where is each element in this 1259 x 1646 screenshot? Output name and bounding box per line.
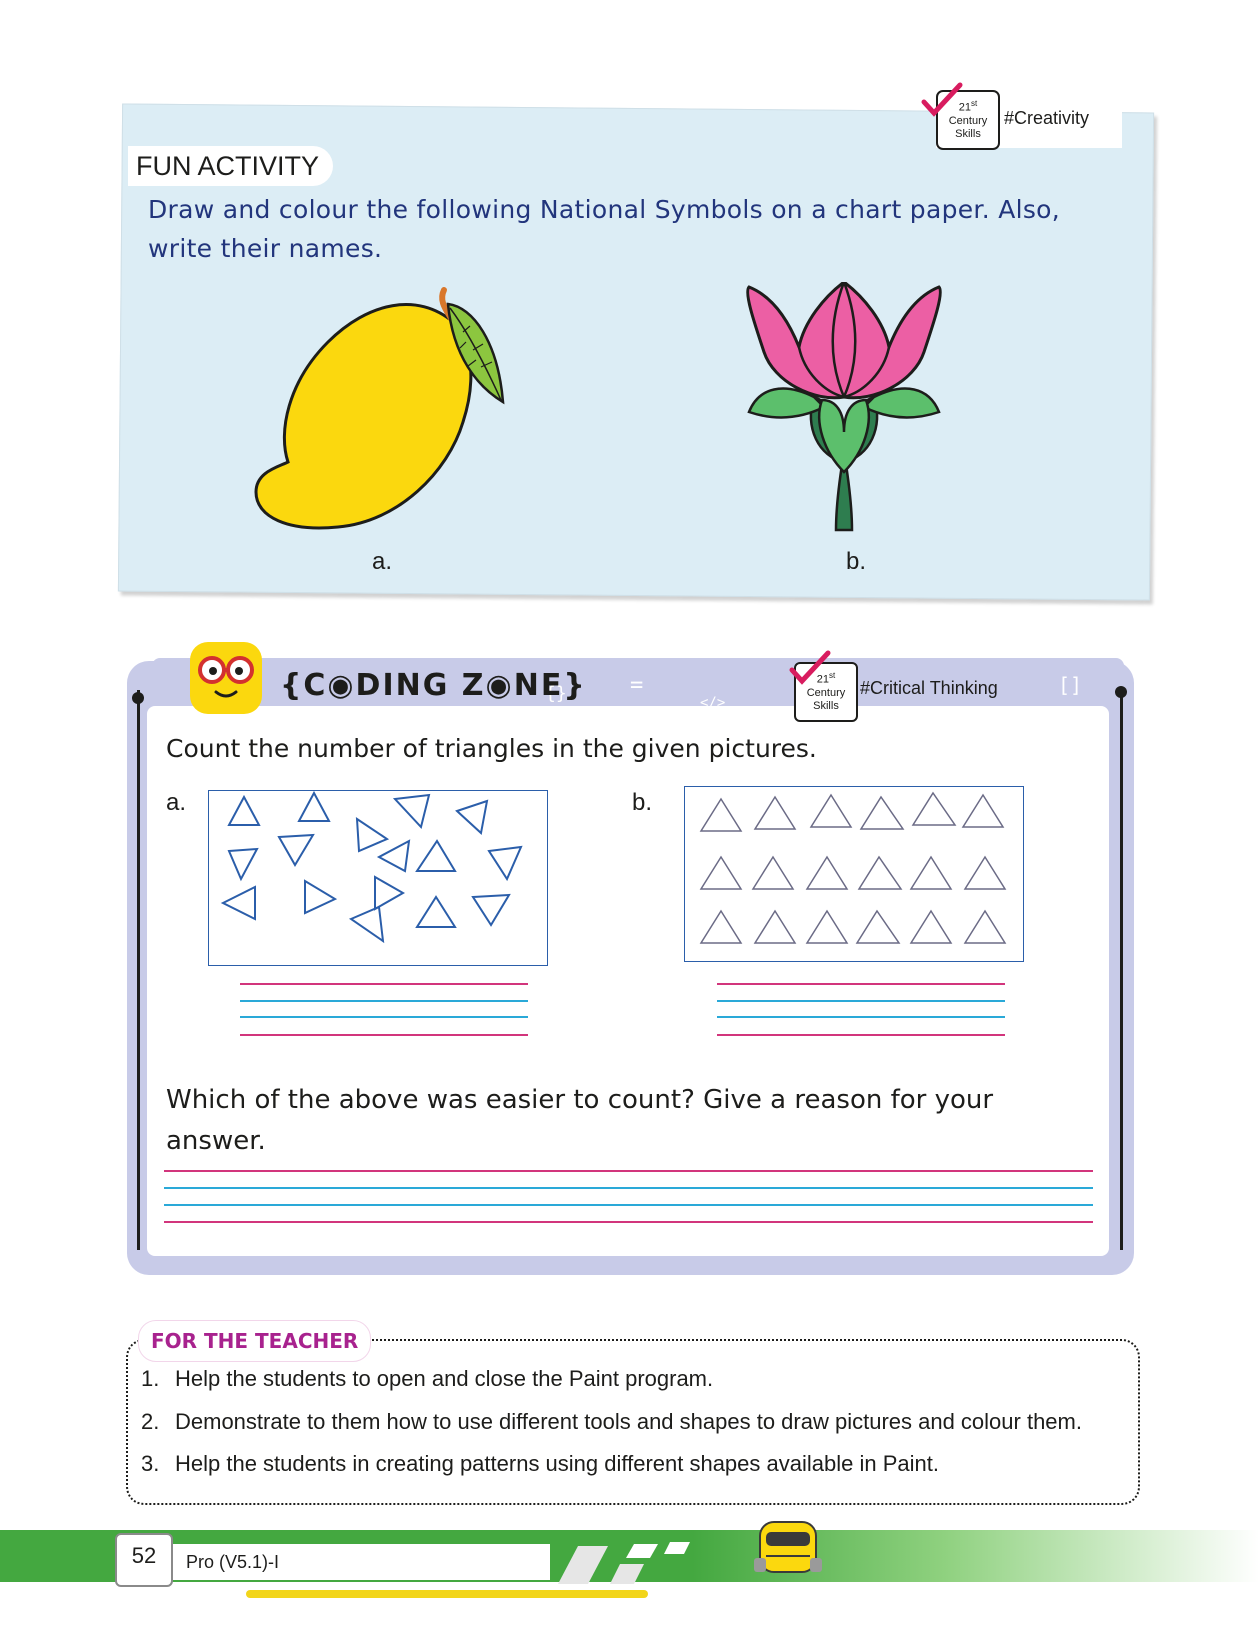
bracket-decoration: [] xyxy=(1058,673,1083,697)
mango-icon xyxy=(254,287,505,530)
teacher-item-2: 2. Demonstrate to them how to use differe… xyxy=(141,1409,1082,1435)
reason-line-4[interactable] xyxy=(164,1221,1093,1223)
teacher-item-1: 1. Help the students to open and close th… xyxy=(141,1366,713,1392)
reason-line-2[interactable] xyxy=(164,1187,1093,1189)
robot-mascot-icon xyxy=(754,1521,822,1573)
teacher-item-text: Help the students to open and close the … xyxy=(175,1366,714,1391)
skills-badge-critical-thinking: 21st Century Skills #Critical Thinking xyxy=(789,650,1034,722)
skill-tag-creativity: #Creativity xyxy=(1004,108,1090,128)
answer-line-b-4[interactable] xyxy=(717,1034,1005,1036)
answer-line-b-2[interactable] xyxy=(717,1000,1005,1002)
grid-triangles-picture xyxy=(684,786,1024,962)
teacher-item-3: 3. Help the students in creating patterns… xyxy=(141,1451,939,1477)
teacher-heading: FOR THE TEACHER xyxy=(138,1320,372,1362)
coding-zone-right-dot xyxy=(1115,686,1127,698)
fun-activity-instruction: Draw and colour the following National S… xyxy=(148,195,1061,263)
triangles-label-b: b. xyxy=(632,789,653,816)
answer-line-a-1[interactable] xyxy=(240,983,528,985)
tag-decoration: </> xyxy=(700,695,726,711)
equals-decoration: = xyxy=(630,673,644,698)
coding-zone-right-line xyxy=(1120,690,1123,1250)
skills-badge-creativity: 21st Century Skills #Creativity xyxy=(921,82,1122,150)
badge-line2: Century xyxy=(806,686,846,699)
reason-line-3[interactable] xyxy=(164,1204,1093,1206)
answer-line-a-4[interactable] xyxy=(240,1034,528,1036)
footer-tiles-icon xyxy=(558,1542,690,1584)
answer-line-a-2[interactable] xyxy=(240,1000,528,1002)
coding-zone-left-dot xyxy=(132,692,144,704)
coding-zone-title: {C◉DING Z◉NE} xyxy=(280,668,587,703)
badge-sup: st xyxy=(971,99,978,108)
fun-label-b: b. xyxy=(846,548,867,575)
answer-line-b-3[interactable] xyxy=(717,1016,1005,1018)
scattered-triangles-picture xyxy=(208,790,548,966)
question-easier-to-count: Which of the above was easier to count? … xyxy=(166,1085,994,1156)
question-count-triangles: Count the number of triangles in the giv… xyxy=(166,734,817,763)
triangles-label-a: a. xyxy=(166,789,187,816)
fun-activity-heading: FUN ACTIVITY xyxy=(128,146,334,186)
lotus-icon xyxy=(746,282,942,532)
teacher-item-text: Demonstrate to them how to use different… xyxy=(175,1409,1082,1434)
teacher-item-number: 2. xyxy=(141,1409,160,1434)
book-title: Pro (V5.1)-I xyxy=(186,1552,280,1572)
fun-label-a: a. xyxy=(372,548,393,575)
footer-accent-bar xyxy=(246,1590,648,1598)
page-number: 52 xyxy=(115,1533,173,1587)
skill-tag-critical-thinking: #Critical Thinking xyxy=(860,678,998,698)
teacher-item-number: 1. xyxy=(141,1366,160,1391)
checkmark-icon xyxy=(789,650,831,685)
checkmark-icon xyxy=(921,82,963,117)
teacher-item-number: 3. xyxy=(141,1451,160,1476)
teacher-item-text: Help the students in creating patterns u… xyxy=(175,1451,939,1476)
coding-zone-left-line xyxy=(137,690,140,1250)
answer-line-a-3[interactable] xyxy=(240,1016,528,1018)
mascot-face-icon xyxy=(190,642,262,714)
badge-line3: Skills xyxy=(813,699,839,712)
reason-line-1[interactable] xyxy=(164,1170,1093,1172)
badge-line3: Skills xyxy=(955,127,981,140)
answer-line-b-1[interactable] xyxy=(717,983,1005,985)
